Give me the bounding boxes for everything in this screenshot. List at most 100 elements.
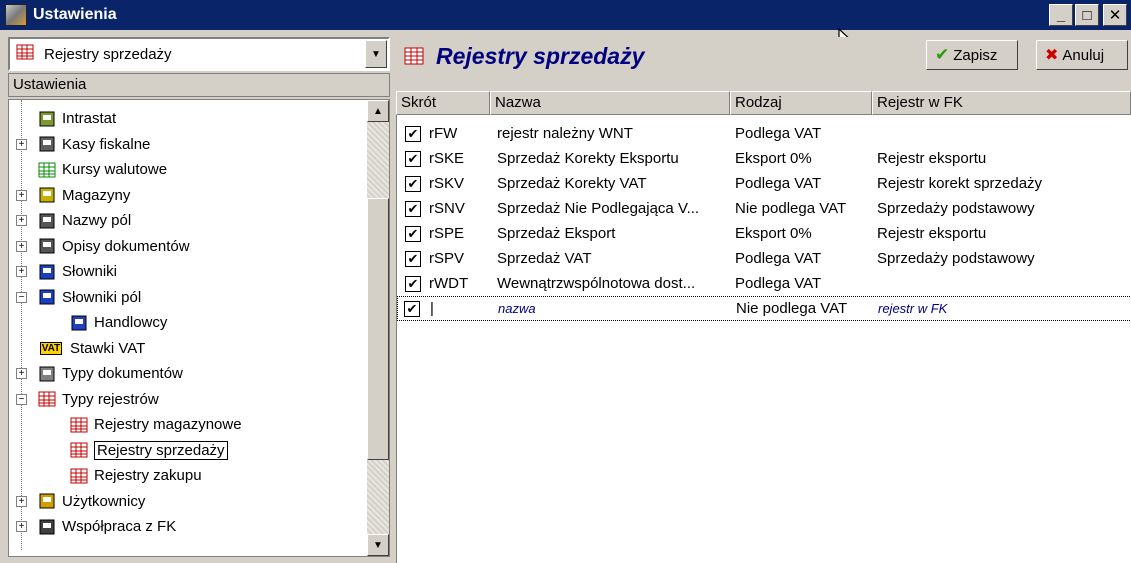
cell-rejestr[interactable]: Rejestr eksportu	[877, 150, 1127, 167]
table-row[interactable]: ✔ rSPE Sprzedaż Eksport Eksport 0% Rejestr e…	[397, 221, 1131, 246]
expand-icon[interactable]: +	[16, 266, 27, 277]
table-row[interactable]: ✔ rSKV Sprzedaż Korekty VAT Podlega VAT Reje…	[397, 171, 1131, 196]
cell-nazwa[interactable]: Sprzedaż VAT	[497, 250, 733, 267]
row-checkbox[interactable]: ✔	[405, 125, 421, 142]
tree-item[interactable]: − Słowniki pól	[16, 285, 141, 310]
cell-rodzaj[interactable]: Eksport 0%	[735, 225, 875, 242]
cell-rodzaj[interactable]: Podlega VAT	[735, 125, 875, 142]
row-checkbox[interactable]: ✔	[405, 225, 421, 242]
expand-icon[interactable]: +	[16, 521, 27, 532]
minimize-button[interactable]: _	[1049, 4, 1073, 26]
cell-rodzaj[interactable]: Nie podlega VAT	[736, 300, 876, 317]
settings-tree[interactable]: ▲ ▼ Intrastat + Kasy fiskalne Kursy walutow…	[8, 99, 390, 557]
cell-rejestr-placeholder[interactable]: rejestr w FK	[878, 301, 1128, 316]
tree-item[interactable]: + Nazwy pól	[16, 208, 131, 233]
expand-icon[interactable]: +	[16, 138, 27, 150]
tree-scrollbar[interactable]: ▲ ▼	[367, 100, 389, 556]
cell-rejestr[interactable]: Rejestr eksportu	[877, 225, 1127, 242]
cell-rejestr[interactable]: Sprzedaży podstawowy	[877, 200, 1127, 217]
cell-nazwa[interactable]: Wewnątrzwspólnotowa dost...	[497, 275, 733, 292]
row-checkbox[interactable]: ✔	[405, 175, 421, 192]
window-titlebar[interactable]: Ustawienia _ □ ✕	[0, 0, 1131, 30]
form-icon	[37, 211, 57, 231]
table-row[interactable]: ✔ rWDT Wewnątrzwspólnotowa dost... Podlega …	[397, 271, 1131, 296]
cell-rodzaj[interactable]: Nie podlega VAT	[735, 200, 875, 217]
tree-item[interactable]: Kursy walutowe	[37, 157, 167, 182]
tree-item-label: Rejestry sprzedaży	[94, 440, 228, 460]
section-combo[interactable]: Rejestry sprzedaży ▼	[8, 37, 390, 71]
tree-item[interactable]: + Opisy dokumentów	[16, 234, 190, 259]
tree-item[interactable]: Intrastat	[37, 106, 116, 131]
cell-skrot[interactable]: rSKV	[429, 175, 493, 192]
expand-icon[interactable]: +	[16, 215, 27, 226]
scroll-up-icon[interactable]: ▲	[367, 100, 389, 122]
close-button[interactable]: ✕	[1103, 4, 1127, 26]
form-icon	[37, 236, 57, 256]
row-checkbox[interactable]: ✔	[405, 150, 421, 167]
tree-item[interactable]: + Magazyny	[16, 183, 130, 208]
table-row[interactable]: ✔ rSKE Sprzedaż Korekty Eksportu Eksport 0%…	[397, 146, 1131, 171]
column-header-rodzaj[interactable]: Rodzaj	[730, 91, 872, 115]
cancel-button[interactable]: ✖ Anuluj	[1036, 40, 1128, 70]
settings-app-icon	[5, 4, 27, 26]
cell-skrot[interactable]: rSPE	[429, 225, 493, 242]
column-header-rejestr[interactable]: Rejestr w FK	[872, 91, 1131, 115]
tree-item[interactable]: VAT Stawki VAT	[37, 336, 145, 361]
cell-nazwa-placeholder[interactable]: nazwa	[498, 301, 734, 316]
cell-nazwa[interactable]: Sprzedaż Nie Podlegająca V...	[497, 200, 733, 217]
tree-item-label: Kursy walutowe	[62, 161, 168, 178]
maximize-button[interactable]: □	[1075, 4, 1099, 26]
table-row[interactable]: ✔ rSPV Sprzedaż VAT Podlega VAT Sprzedaży po…	[397, 246, 1131, 271]
cell-skrot[interactable]: rSKE	[429, 150, 493, 167]
scroll-down-icon[interactable]: ▼	[367, 534, 389, 556]
cell-rodzaj[interactable]: Podlega VAT	[735, 275, 875, 292]
cell-rejestr[interactable]: Sprzedaży podstawowy	[877, 250, 1127, 267]
cell-rodzaj[interactable]: Podlega VAT	[735, 250, 875, 267]
save-button[interactable]: ✔ Zapisz	[926, 40, 1018, 70]
table-row[interactable]: ✔ rSNV Sprzedaż Nie Podlegająca V... Nie po…	[397, 196, 1131, 221]
tree-item[interactable]: + Użytkownicy	[16, 489, 146, 514]
row-checkbox[interactable]: ✔	[404, 300, 420, 317]
tree-item[interactable]: Rejestry magazynowe	[69, 412, 242, 437]
tree-item[interactable]: Handlowcy	[69, 310, 167, 335]
collapse-icon[interactable]: −	[16, 393, 27, 405]
row-checkbox[interactable]: ✔	[405, 200, 421, 217]
chevron-down-icon[interactable]: ▼	[365, 40, 387, 68]
cell-rodzaj[interactable]: Podlega VAT	[735, 175, 875, 192]
expand-icon[interactable]: +	[16, 495, 27, 507]
tree-item[interactable]: Rejestry zakupu	[69, 463, 202, 488]
register-icon	[69, 440, 89, 460]
cell-nazwa[interactable]: rejestr należny WNT	[497, 125, 733, 142]
tree-item[interactable]: − Typy rejestrów	[16, 387, 159, 412]
column-header-nazwa[interactable]: Nazwa	[490, 91, 730, 115]
cash-register-icon	[37, 134, 57, 154]
cell-skrot[interactable]: rFW	[429, 125, 493, 142]
table-row[interactable]: ✔ rFW rejestr należny WNT Podlega VAT	[397, 121, 1131, 146]
cell-rodzaj[interactable]: Eksport 0%	[735, 150, 875, 167]
tree-item[interactable]: + Typy dokumentów	[16, 361, 183, 386]
tree-item[interactable]: + Współpraca z FK	[16, 514, 176, 539]
row-checkbox[interactable]: ✔	[405, 275, 421, 292]
cell-nazwa[interactable]: Sprzedaż Eksport	[497, 225, 733, 242]
cell-nazwa[interactable]: Sprzedaż Korekty Eksportu	[497, 150, 733, 167]
collapse-icon[interactable]: −	[16, 291, 27, 303]
tree-item[interactable]: + Kasy fiskalne	[16, 132, 150, 157]
registers-panel: Rejestry sprzedaży ✔ Zapisz ✖ Anuluj Skr…	[396, 37, 1131, 563]
column-header-skrot[interactable]: Skrót	[396, 91, 490, 115]
new-table-row[interactable]: ✔ | nazwa Nie podlega VAT rejestr w FK	[397, 296, 1131, 321]
tree-item[interactable]: + Słowniki	[16, 259, 117, 284]
cell-nazwa[interactable]: Sprzedaż Korekty VAT	[497, 175, 733, 192]
expand-icon[interactable]: +	[16, 189, 27, 201]
cell-skrot[interactable]: rSNV	[429, 200, 493, 217]
register-icon	[69, 415, 89, 435]
cell-skrot[interactable]: rSPV	[429, 250, 493, 267]
row-checkbox[interactable]: ✔	[405, 250, 421, 267]
tree-item-label: Użytkownicy	[62, 492, 146, 510]
section-combo-value: Rejestry sprzedaży	[44, 45, 172, 63]
cell-skrot[interactable]: rWDT	[429, 275, 493, 292]
tree-item[interactable]: Rejestry sprzedaży	[69, 438, 228, 463]
expand-icon[interactable]: +	[16, 368, 27, 379]
cell-rejestr[interactable]: Rejestr korekt sprzedaży	[877, 175, 1127, 192]
scroll-thumb[interactable]	[367, 198, 389, 460]
expand-icon[interactable]: +	[16, 240, 27, 252]
